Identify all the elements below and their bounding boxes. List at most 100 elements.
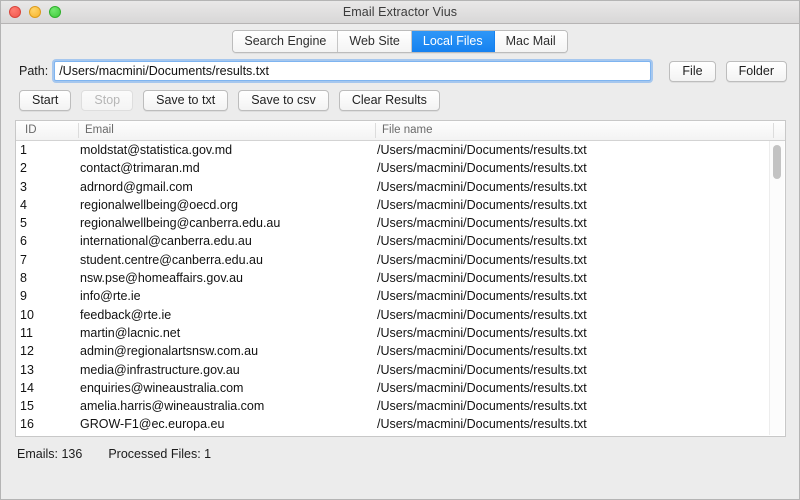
file-button[interactable]: File (669, 60, 716, 82)
action-row: Start Stop Save to txt Save to csv Clear… (1, 86, 799, 114)
cell-file-name: /Users/macmini/Documents/results.txt (377, 252, 587, 267)
path-input[interactable] (54, 61, 652, 81)
app-window: Email Extractor Vius Search Engine Web S… (0, 0, 800, 500)
path-label: Path: (19, 64, 49, 78)
table-row[interactable]: 16 GROW-F1@ec.europa.eu/Users/macmini/Doc… (16, 415, 785, 433)
save-to-csv-button[interactable]: Save to csv (238, 89, 329, 111)
table-row[interactable]: 11 martin@lacnic.net/Users/macmini/Docume… (16, 324, 785, 342)
cell-file-name: /Users/macmini/Documents/results.txt (377, 362, 587, 377)
table-row[interactable]: 8 nsw.pse@homeaffairs.gov.au/Users/macmin… (16, 269, 785, 287)
table-row[interactable]: 7 student.centre@canberra.edu.au/Users/ma… (16, 251, 785, 269)
cell-email: admin@regionalartsnsw.com.au (80, 344, 259, 359)
cell-email: martin@lacnic.net (80, 325, 181, 340)
cell-id: 2 (20, 161, 27, 176)
minimize-button[interactable] (29, 6, 41, 18)
column-header-file-name[interactable]: File name (377, 121, 772, 140)
window-controls (9, 1, 61, 23)
cell-email: info@rte.ie (80, 289, 141, 304)
cell-email: media@infrastructure.gov.au (80, 362, 240, 377)
table-row[interactable]: 9 info@rte.ie/Users/macmini/Documents/res… (16, 287, 785, 305)
table-row[interactable]: 10 feedback@rte.ie/Users/macmini/Document… (16, 306, 785, 324)
cell-id: 13 (20, 362, 34, 377)
column-header-id[interactable]: ID (20, 121, 78, 140)
table-vertical-scrollbar[interactable] (769, 141, 784, 435)
clear-results-button[interactable]: Clear Results (338, 89, 440, 111)
cell-file-name: /Users/macmini/Documents/results.txt (377, 197, 587, 212)
table-body[interactable]: 1 moldstat@statistica.gov.md/Users/macmin… (16, 141, 785, 436)
cell-email: contact@trimaran.md (80, 161, 200, 176)
cell-id: 10 (20, 307, 34, 322)
cell-file-name: /Users/macmini/Documents/results.txt (377, 161, 587, 176)
cell-id: 9 (20, 289, 27, 304)
table-row[interactable]: 5 regionalwellbeing@canberra.edu.au/Users… (16, 214, 785, 232)
cell-id: 6 (20, 234, 27, 249)
status-processed-files: Processed Files: 1 (108, 447, 212, 461)
close-button[interactable] (9, 6, 21, 18)
column-divider-3[interactable] (773, 123, 774, 138)
cell-file-name: /Users/macmini/Documents/results.txt (377, 399, 587, 414)
table-header: ID Email File name (16, 121, 785, 141)
table-row[interactable]: 6 international@canberra.edu.au/Users/mac… (16, 232, 785, 250)
cell-id: 5 (20, 216, 27, 231)
cell-id: 15 (20, 399, 34, 414)
cell-file-name: /Users/macmini/Documents/results.txt (377, 307, 587, 322)
table-row[interactable]: 2 contact@trimaran.md/Users/macmini/Docum… (16, 159, 785, 177)
path-row: Path: File Folder (1, 56, 799, 86)
cell-file-name: /Users/macmini/Documents/results.txt (377, 325, 587, 340)
tab-group: Search Engine Web Site Local Files Mac M… (232, 29, 568, 53)
cell-file-name: /Users/macmini/Documents/results.txt (377, 417, 587, 432)
cell-email: amelia.harris@wineaustralia.com (80, 399, 265, 414)
cell-email: regionalwellbeing@oecd.org (80, 197, 238, 212)
table-row[interactable]: 12 admin@regionalartsnsw.com.au/Users/mac… (16, 342, 785, 360)
status-bar: Emails: 136 Processed Files: 1 (1, 437, 799, 491)
stop-button: Stop (81, 89, 134, 111)
cell-file-name: /Users/macmini/Documents/results.txt (377, 179, 587, 194)
folder-button[interactable]: Folder (725, 60, 787, 82)
tab-mac-mail[interactable]: Mac Mail (494, 30, 567, 52)
maximize-button[interactable] (49, 6, 61, 18)
cell-id: 16 (20, 417, 34, 432)
column-divider-1[interactable] (78, 123, 79, 138)
cell-email: feedback@rte.ie (80, 307, 172, 322)
cell-id: 12 (20, 344, 34, 359)
cell-email: enquiries@wineaustralia.com (80, 380, 244, 395)
cell-id: 4 (20, 197, 27, 212)
table-row[interactable]: 14 enquiries@wineaustralia.com/Users/macm… (16, 379, 785, 397)
cell-file-name: /Users/macmini/Documents/results.txt (377, 216, 587, 231)
cell-email: student.centre@canberra.edu.au (80, 252, 263, 267)
table-row[interactable]: 1 moldstat@statistica.gov.md/Users/macmin… (16, 141, 785, 159)
path-buttons: File Folder (669, 60, 787, 82)
tab-local-files[interactable]: Local Files (411, 30, 495, 52)
window-titlebar: Email Extractor Vius (1, 1, 799, 24)
results-table: ID Email File name 1 moldstat@statistica.… (15, 120, 786, 437)
cell-email: nsw.pse@homeaffairs.gov.au (80, 271, 244, 286)
cell-id: 8 (20, 271, 27, 286)
table-row[interactable]: 15 amelia.harris@wineaustralia.com/Users/… (16, 397, 785, 415)
cell-id: 1 (20, 143, 27, 157)
column-header-email[interactable]: Email (80, 121, 373, 140)
table-row[interactable]: 3 adrnord@gmail.com/Users/macmini/Documen… (16, 178, 785, 196)
cell-file-name: /Users/macmini/Documents/results.txt (377, 380, 587, 395)
save-to-txt-button[interactable]: Save to txt (143, 89, 229, 111)
tab-search-engine[interactable]: Search Engine (233, 30, 339, 52)
status-emails-count: Emails: 136 (17, 447, 83, 461)
cell-file-name: /Users/macmini/Documents/results.txt (377, 234, 587, 249)
cell-id: 3 (20, 179, 27, 194)
cell-file-name: /Users/macmini/Documents/results.txt (377, 289, 587, 304)
cell-id: 14 (20, 380, 34, 395)
table-row[interactable]: 13 media@infrastructure.gov.au/Users/macm… (16, 361, 785, 379)
table-scrollbar-thumb[interactable] (773, 145, 781, 179)
cell-email: international@canberra.edu.au (80, 234, 252, 249)
table-row[interactable]: 4 regionalwellbeing@oecd.org/Users/macmin… (16, 196, 785, 214)
cell-file-name: /Users/macmini/Documents/results.txt (377, 143, 587, 157)
window-title: Email Extractor Vius (342, 5, 458, 19)
cell-file-name: /Users/macmini/Documents/results.txt (377, 344, 587, 359)
tab-web-site[interactable]: Web Site (338, 30, 412, 52)
cell-email: moldstat@statistica.gov.md (80, 143, 233, 157)
column-divider-2[interactable] (375, 123, 376, 138)
tab-bar: Search Engine Web Site Local Files Mac M… (1, 24, 799, 56)
cell-email: GROW-F1@ec.europa.eu (80, 417, 225, 432)
cell-file-name: /Users/macmini/Documents/results.txt (377, 271, 587, 286)
start-button[interactable]: Start (19, 89, 72, 111)
cell-email: adrnord@gmail.com (80, 179, 193, 194)
